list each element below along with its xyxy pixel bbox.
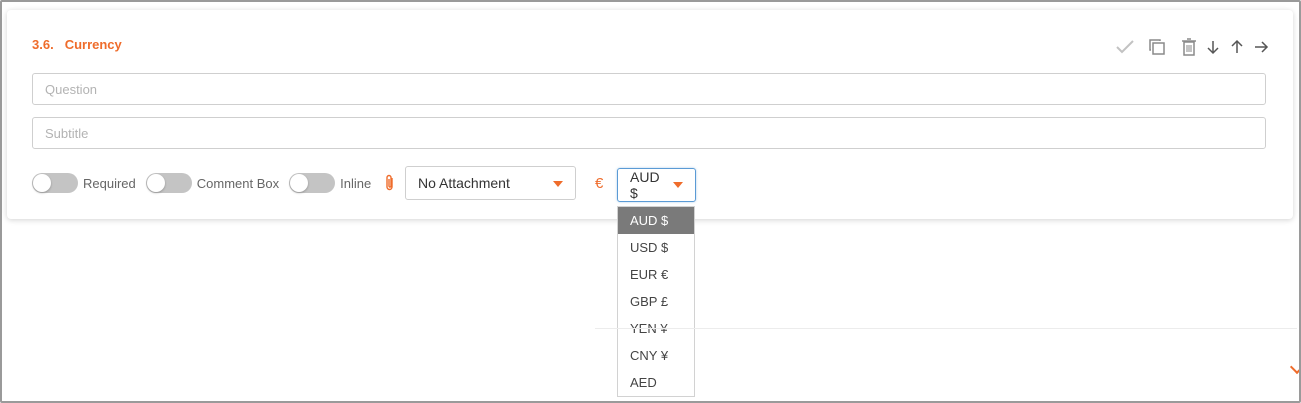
options-row: Required Comment Box Inline — [32, 168, 405, 198]
section-number: 3.6. — [32, 37, 54, 52]
arrow-down-icon[interactable] — [1201, 36, 1225, 58]
attachment-select[interactable]: No Attachment — [405, 166, 576, 200]
paperclip-icon — [385, 174, 395, 192]
currency-symbol: € — [595, 175, 604, 192]
inline-toggle[interactable]: Inline — [289, 173, 371, 193]
comment-box-switch[interactable] — [145, 173, 192, 193]
arrow-right-icon[interactable] — [1249, 36, 1273, 58]
currency-option-eur[interactable]: EUR € — [618, 261, 694, 288]
check-icon[interactable] — [1113, 36, 1137, 58]
currency-option-usd[interactable]: USD $ — [618, 234, 694, 261]
trash-icon[interactable] — [1177, 36, 1201, 58]
currency-select[interactable]: AUD $ — [617, 168, 696, 202]
arrow-up-icon[interactable] — [1225, 36, 1249, 58]
required-label: Required — [83, 175, 136, 191]
section-name: Currency — [64, 37, 122, 52]
comment-box-label: Comment Box — [196, 175, 280, 191]
currency-option-gbp[interactable]: GBP £ — [618, 288, 694, 315]
chevron-icon — [1289, 359, 1301, 375]
question-card: 3.6. Currency Required Comment Box — [7, 10, 1293, 219]
comment-box-toggle[interactable]: Comment Box — [145, 173, 280, 193]
copy-icon[interactable] — [1145, 36, 1169, 58]
currency-option-aed[interactable]: AED — [618, 369, 694, 396]
question-input[interactable] — [32, 73, 1266, 105]
inline-switch[interactable] — [289, 173, 336, 193]
card-toolbar — [1113, 36, 1273, 58]
chevron-down-icon — [673, 182, 683, 188]
required-toggle[interactable]: Required — [32, 173, 136, 193]
required-switch[interactable] — [32, 173, 78, 193]
currency-value: AUD $ — [630, 169, 660, 201]
divider — [595, 328, 1297, 329]
attachment-value: No Attachment — [418, 175, 510, 191]
currency-option-aud[interactable]: AUD $ — [618, 207, 694, 234]
inline-label: Inline — [340, 175, 372, 191]
section-title: 3.6. Currency — [32, 37, 122, 52]
currency-option-cny[interactable]: CNY ¥ — [618, 342, 694, 369]
currency-dropdown: AUD $ USD $ EUR € GBP £ YEN ¥ CNY ¥ AED — [617, 206, 695, 397]
chevron-down-icon — [553, 181, 563, 187]
subtitle-input[interactable] — [32, 117, 1266, 149]
